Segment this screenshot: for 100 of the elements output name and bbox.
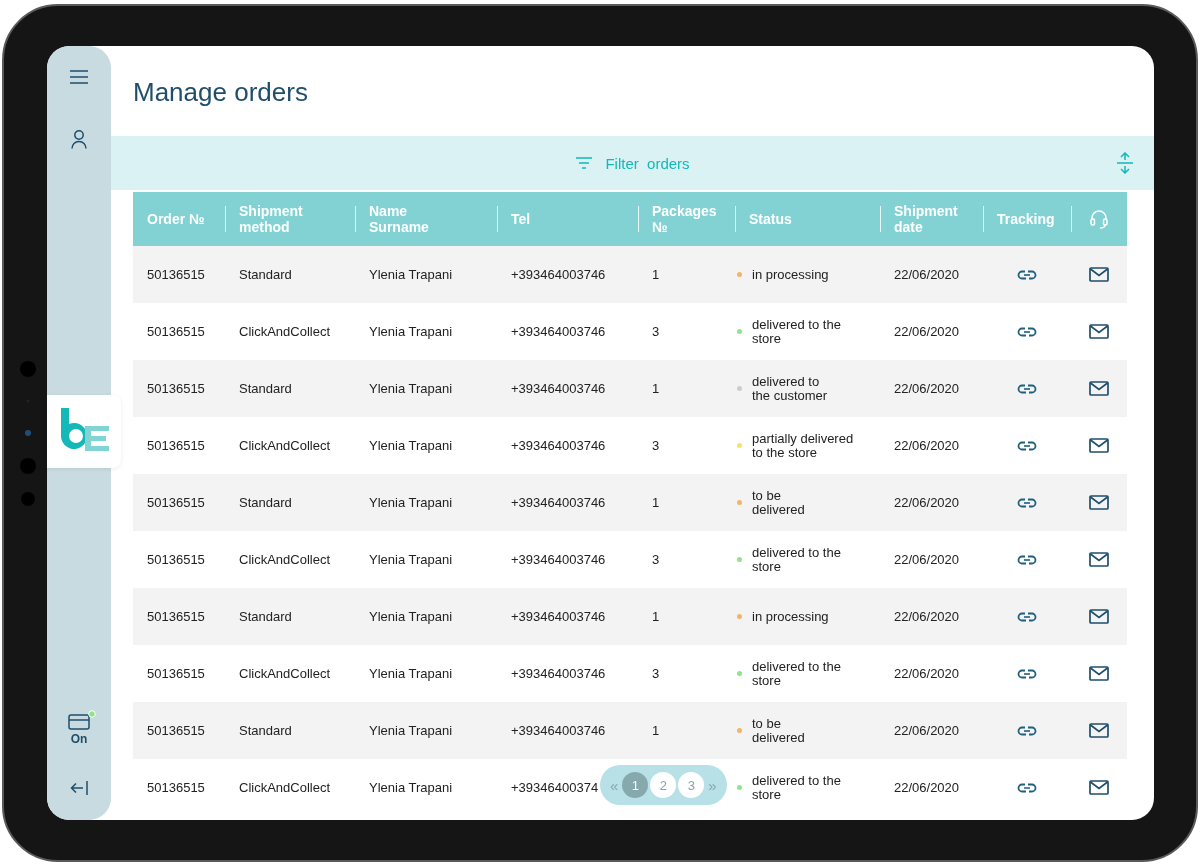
status-text: partially delivered to the store: [752, 431, 855, 460]
user-icon[interactable]: [71, 130, 87, 149]
link-icon[interactable]: [1016, 781, 1038, 794]
table-cell: 3: [652, 666, 660, 681]
link-icon[interactable]: [1016, 496, 1038, 509]
table-cell: Ylenia Trapani: [369, 780, 453, 795]
table-cell: Ylenia Trapani: [369, 267, 453, 282]
table-cell: 22/06/2020: [894, 495, 960, 510]
table-cell: 50136515: [147, 552, 205, 567]
status-text: delivered to the store: [752, 659, 842, 688]
table-cell: Ylenia Trapani: [369, 324, 453, 339]
table-cell: 22/06/2020: [894, 438, 960, 453]
status-text: delivered to the store: [752, 773, 842, 802]
link-icon[interactable]: [1016, 610, 1038, 623]
column-header: Shipment method: [239, 203, 304, 235]
column-header: Status: [749, 211, 792, 227]
table-cell: +393464003746: [511, 438, 606, 453]
table-cell: Ylenia Trapani: [369, 438, 453, 453]
table-cell: +393464003746: [511, 609, 606, 624]
link-icon[interactable]: [1016, 268, 1038, 281]
status-text: delivered to the store: [752, 317, 842, 346]
next-page-button[interactable]: »: [706, 776, 719, 794]
link-icon[interactable]: [1016, 325, 1038, 338]
page-button[interactable]: 2: [650, 772, 677, 798]
headset-icon: [1090, 209, 1108, 229]
table-cell: 1: [652, 609, 660, 624]
table-cell: 1: [652, 267, 660, 282]
table-cell: +393464003746: [511, 666, 606, 681]
column-header: Name Surname: [369, 203, 430, 235]
table-cell: Ylenia Trapani: [369, 495, 453, 510]
table-cell: 50136515: [147, 495, 205, 510]
table-cell: 50136515: [147, 438, 205, 453]
mail-icon[interactable]: [1089, 381, 1109, 396]
status-text: in processing: [752, 609, 829, 624]
table-cell: 22/06/2020: [894, 381, 960, 396]
status-text: delivered to the customer: [752, 374, 828, 403]
table-cell: Ylenia Trapani: [369, 381, 453, 396]
table-cell: 50136515: [147, 267, 205, 282]
page-button[interactable]: 1: [622, 772, 649, 798]
logout-icon[interactable]: [70, 780, 88, 796]
table-cell: 3: [652, 552, 660, 567]
mail-icon[interactable]: [1089, 666, 1109, 681]
connection-status: On: [70, 732, 88, 746]
table-cell: 3: [652, 438, 660, 453]
column-header: Shipment date: [894, 203, 959, 235]
link-icon[interactable]: [1016, 553, 1038, 566]
table-cell: ClickAndCollect: [239, 324, 331, 339]
filter-button[interactable]: Filter orders: [575, 154, 690, 172]
column-header: Order №: [147, 211, 205, 227]
table-cell: ClickAndCollect: [239, 780, 331, 795]
table-cell: 50136515: [147, 666, 205, 681]
column-header: Tel: [511, 211, 531, 227]
previous-page-button[interactable]: «: [608, 776, 621, 794]
link-icon[interactable]: [1016, 667, 1038, 680]
table-cell: 22/06/2020: [894, 324, 960, 339]
mail-icon[interactable]: [1089, 438, 1109, 453]
table-cell: 22/06/2020: [894, 780, 960, 795]
mail-icon[interactable]: [1089, 552, 1109, 567]
link-icon[interactable]: [1016, 724, 1038, 737]
table-cell: 1: [652, 381, 660, 396]
status-text: delivered to the store: [752, 545, 842, 574]
table-cell: +393464003746: [511, 324, 606, 339]
table-cell: +393464003746: [511, 552, 606, 567]
table-cell: Ylenia Trapani: [369, 552, 453, 567]
mail-icon[interactable]: [1089, 267, 1109, 282]
table-cell: 3: [652, 324, 660, 339]
page-button[interactable]: 3: [678, 772, 705, 798]
filter-icon: [575, 157, 594, 169]
table-cell: 50136515: [147, 780, 205, 795]
table-cell: Standard: [239, 723, 292, 738]
mail-icon[interactable]: [1089, 324, 1109, 339]
table-cell: Standard: [239, 267, 292, 282]
status-text: to be delivered: [752, 488, 805, 517]
mail-icon[interactable]: [1089, 609, 1109, 624]
table-cell: 22/06/2020: [894, 666, 960, 681]
table-cell: 22/06/2020: [894, 552, 960, 567]
status-text: in processing: [752, 267, 829, 282]
link-icon[interactable]: [1016, 439, 1038, 452]
table-cell: Standard: [239, 495, 292, 510]
table-cell: 22/06/2020: [894, 609, 960, 624]
menu-icon[interactable]: [70, 70, 88, 84]
table-cell: 22/06/2020: [894, 723, 960, 738]
mail-icon[interactable]: [1089, 495, 1109, 510]
table-cell: 50136515: [147, 723, 205, 738]
table-cell: Ylenia Trapani: [369, 609, 453, 624]
table-cell: +39346400374: [511, 780, 599, 795]
page-title: Manage orders: [132, 76, 309, 109]
table-cell: 50136515: [147, 381, 205, 396]
table-cell: Ylenia Trapani: [369, 666, 453, 681]
table-cell: Ylenia Trapani: [369, 723, 453, 738]
table-cell: 1: [652, 723, 660, 738]
link-icon[interactable]: [1016, 382, 1038, 395]
table-cell: +393464003746: [511, 723, 606, 738]
table-cell: ClickAndCollect: [239, 438, 331, 453]
card-icon[interactable]: [68, 710, 96, 730]
mail-icon[interactable]: [1089, 723, 1109, 738]
mail-icon[interactable]: [1089, 780, 1109, 795]
table-cell: 1: [652, 495, 660, 510]
table-cell: ClickAndCollect: [239, 666, 331, 681]
table-cell: Standard: [239, 381, 292, 396]
